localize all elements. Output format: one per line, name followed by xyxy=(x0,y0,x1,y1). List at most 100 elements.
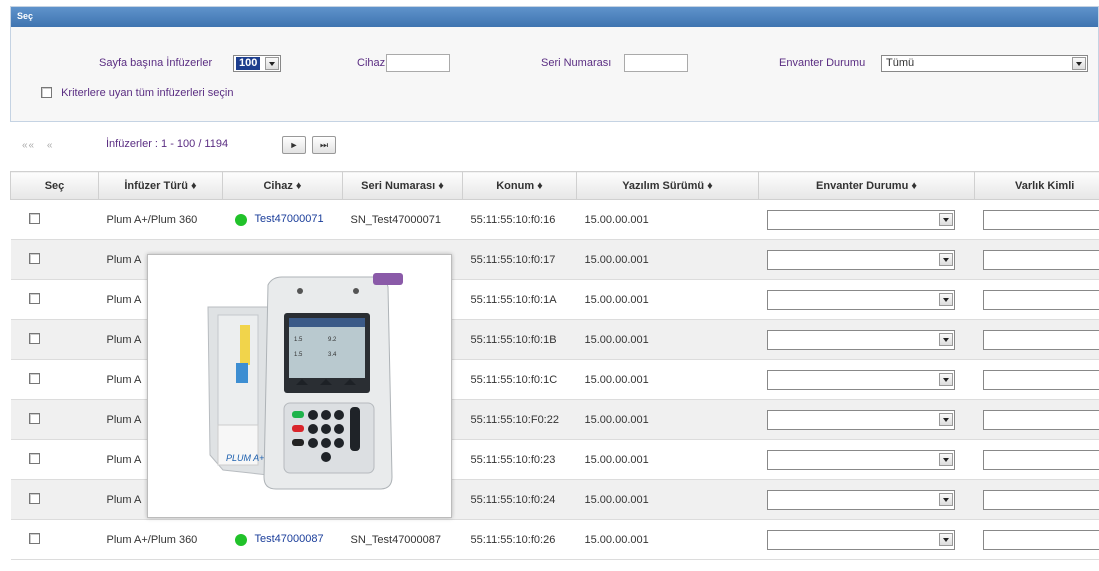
asset-id-input[interactable] xyxy=(982,249,1099,270)
chevron-down-icon[interactable] xyxy=(938,532,953,546)
asset-id-input[interactable] xyxy=(982,289,1099,310)
filter-row: Sayfa başına İnfüzerler 100 Cihaz Seri N… xyxy=(11,54,1098,77)
device-link[interactable]: Test47000087 xyxy=(255,533,324,545)
inventory-cell xyxy=(758,239,975,280)
col-header-serial[interactable]: Seri Numarası ♦ xyxy=(342,171,463,200)
col-header-device[interactable]: Cihaz ♦ xyxy=(222,171,343,200)
chevron-down-icon[interactable] xyxy=(938,412,953,426)
location-cell: 55:11:55:10:f0:1B xyxy=(462,319,577,360)
chevron-down-icon[interactable] xyxy=(938,492,953,506)
row-checkbox[interactable] xyxy=(28,452,40,464)
inventory-dropdown[interactable] xyxy=(766,409,955,430)
per-page-select[interactable]: 100 xyxy=(233,55,281,72)
asset-id-input[interactable] xyxy=(982,409,1099,430)
chevron-down-icon[interactable] xyxy=(938,292,953,306)
col-header-location[interactable]: Konum ♦ xyxy=(462,171,577,200)
chevron-down-icon[interactable] xyxy=(938,372,953,386)
location-cell: 55:11:55:10:f0:1C xyxy=(462,359,577,400)
device-label: Cihaz xyxy=(357,57,386,69)
version-cell: 15.00.00.001 xyxy=(576,279,759,320)
row-select-cell xyxy=(10,319,99,360)
asset-id-input[interactable] xyxy=(982,329,1099,350)
device-input[interactable] xyxy=(386,54,450,72)
table-row: Plum A+/Plum 360 Test47000087 SN_Test470… xyxy=(10,519,1099,560)
asset-id-input[interactable] xyxy=(982,449,1099,470)
inventory-dropdown[interactable] xyxy=(766,369,955,390)
row-checkbox[interactable] xyxy=(28,532,40,544)
status-dot-icon xyxy=(234,213,247,226)
asset-id-cell xyxy=(974,359,1099,400)
inventory-dropdown[interactable] xyxy=(766,329,955,350)
asset-id-cell xyxy=(974,279,1099,320)
row-checkbox[interactable] xyxy=(28,412,40,424)
inventory-dropdown[interactable] xyxy=(766,289,955,310)
col-header-inventory[interactable]: Envanter Durumu ♦ xyxy=(758,171,975,200)
svg-text:9.2: 9.2 xyxy=(328,337,337,343)
per-page-label: Sayfa başına İnfüzerler xyxy=(99,57,213,69)
chevron-down-icon[interactable] xyxy=(265,57,279,70)
row-checkbox[interactable] xyxy=(28,252,40,264)
row-select-cell xyxy=(10,439,99,480)
inventory-cell xyxy=(758,519,975,560)
version-cell: 15.00.00.001 xyxy=(576,359,759,400)
serial-input[interactable] xyxy=(624,54,688,72)
serial-cell: SN_Test47000071 xyxy=(342,199,463,240)
select-all-label: Kriterlere uyan tüm infüzerleri seçin xyxy=(61,87,234,99)
device-link[interactable]: Test47000071 xyxy=(255,213,324,225)
inventory-dropdown[interactable] xyxy=(766,209,955,230)
asset-id-cell xyxy=(974,479,1099,520)
asset-id-input[interactable] xyxy=(982,529,1099,550)
inventory-label: Envanter Durumu xyxy=(779,57,866,69)
inventory-cell xyxy=(758,399,975,440)
asset-id-input[interactable] xyxy=(982,369,1099,390)
type-cell: Plum A+/Plum 360 xyxy=(98,199,223,240)
last-page-button[interactable]: ⏭ xyxy=(312,136,336,154)
inventory-dropdown[interactable] xyxy=(766,449,955,470)
svg-text:1.5: 1.5 xyxy=(294,352,303,358)
select-all-row: Kriterlere uyan tüm infüzerleri seçin xyxy=(41,87,233,99)
asset-id-input[interactable] xyxy=(982,209,1099,230)
asset-id-input[interactable] xyxy=(982,489,1099,510)
row-checkbox[interactable] xyxy=(28,372,40,384)
chevron-down-icon[interactable] xyxy=(1072,57,1086,70)
location-cell: 55:11:55:10:f0:16 xyxy=(462,199,577,240)
row-checkbox[interactable] xyxy=(28,492,40,504)
prev-page-icon[interactable]: « xyxy=(47,140,54,151)
row-select-cell xyxy=(10,359,99,400)
row-select-cell xyxy=(10,199,99,240)
type-cell: Plum A+/Plum 360 xyxy=(98,519,223,560)
table-row: Plum A+/Plum 360 Test47000071 SN_Test470… xyxy=(10,199,1099,240)
row-select-cell xyxy=(10,399,99,440)
chevron-down-icon[interactable] xyxy=(938,212,953,226)
asset-id-cell xyxy=(974,319,1099,360)
chevron-down-icon[interactable] xyxy=(938,452,953,466)
next-page-button[interactable]: ► xyxy=(282,136,306,154)
inventory-cell xyxy=(758,359,975,400)
col-header-asset-id[interactable]: Varlık Kimli xyxy=(974,171,1099,200)
version-cell: 15.00.00.001 xyxy=(576,319,759,360)
per-page-value: 100 xyxy=(236,57,261,70)
row-select-cell xyxy=(10,239,99,280)
version-cell: 15.00.00.001 xyxy=(576,519,759,560)
inventory-dropdown[interactable] xyxy=(766,489,955,510)
inventory-value: Tümü xyxy=(886,57,915,69)
chevron-down-icon[interactable] xyxy=(938,252,953,266)
select-all-checkbox[interactable] xyxy=(41,87,52,98)
col-header-type[interactable]: İnfüzer Türü ♦ xyxy=(98,171,223,200)
col-header-version[interactable]: Yazılım Sürümü ♦ xyxy=(576,171,759,200)
chevron-down-icon[interactable] xyxy=(938,332,953,346)
version-cell: 15.00.00.001 xyxy=(576,399,759,440)
pager-first-prev: «« « xyxy=(22,140,53,151)
inventory-select[interactable]: Tümü xyxy=(881,55,1088,72)
inventory-dropdown[interactable] xyxy=(766,249,955,270)
inventory-cell xyxy=(758,279,975,320)
row-checkbox[interactable] xyxy=(28,212,40,224)
first-page-icon[interactable]: «« xyxy=(22,140,35,151)
row-checkbox[interactable] xyxy=(28,332,40,344)
row-checkbox[interactable] xyxy=(28,292,40,304)
asset-id-cell xyxy=(974,199,1099,240)
asset-id-cell xyxy=(974,399,1099,440)
inventory-dropdown[interactable] xyxy=(766,529,955,550)
status-dot-icon xyxy=(234,533,247,546)
location-cell: 55:11:55:10:F0:22 xyxy=(462,399,577,440)
